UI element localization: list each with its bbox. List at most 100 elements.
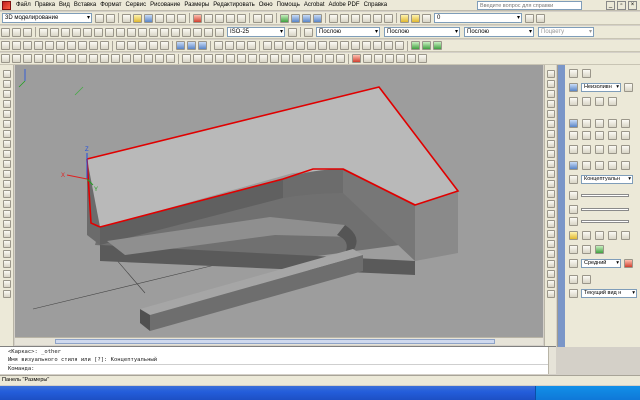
ucs-x-icon[interactable]: [362, 41, 371, 50]
layer-properties-icon[interactable]: [400, 13, 409, 23]
nav-orbit-icon[interactable]: [569, 145, 578, 154]
zoom-realtime-icon[interactable]: [291, 13, 300, 23]
conceptual-icon[interactable]: [621, 161, 630, 170]
camera-icon[interactable]: [546, 180, 555, 188]
undo-icon[interactable]: [253, 13, 262, 23]
section-plane-icon[interactable]: [546, 210, 555, 218]
sweep-icon[interactable]: [138, 41, 147, 50]
layer-select[interactable]: 0: [434, 13, 522, 23]
scale-icon[interactable]: [78, 54, 87, 63]
baseline-icon[interactable]: [138, 27, 147, 37]
wireframe-icon[interactable]: [582, 161, 591, 170]
nav-walk-icon[interactable]: [621, 145, 630, 154]
make-extrude-icon[interactable]: [608, 131, 617, 140]
array-icon[interactable]: [45, 54, 54, 63]
3d-orbit-icon[interactable]: [411, 41, 420, 50]
draw-table-icon[interactable]: [2, 240, 11, 248]
separate-icon[interactable]: [546, 280, 555, 288]
make-cone-icon[interactable]: [608, 119, 617, 128]
color-swatch-icon[interactable]: [304, 27, 313, 37]
mirror-icon[interactable]: [23, 54, 32, 63]
opacity-slider[interactable]: [581, 208, 629, 211]
torus-icon[interactable]: [67, 41, 76, 50]
revolve-icon[interactable]: [149, 41, 158, 50]
chamfer-icon[interactable]: [144, 54, 153, 63]
diameter-icon[interactable]: [105, 27, 114, 37]
layer-unisolate-icon[interactable]: [582, 97, 591, 106]
design-center-icon[interactable]: [340, 13, 349, 23]
layer-isolate-icon[interactable]: [569, 97, 578, 106]
left-view-icon[interactable]: [546, 100, 555, 108]
circle-icon[interactable]: [2, 130, 11, 138]
nav-pan-icon[interactable]: [582, 145, 591, 154]
snap-node-icon[interactable]: [303, 54, 312, 63]
point-light-icon[interactable]: [582, 231, 591, 240]
new-file-icon[interactable]: [122, 13, 131, 23]
cylinder-icon[interactable]: [56, 41, 65, 50]
calculator-icon[interactable]: [384, 13, 393, 23]
preview-icon[interactable]: [166, 13, 175, 23]
render-settings-icon[interactable]: [418, 54, 427, 63]
ucs-previous-icon[interactable]: [285, 41, 294, 50]
menu-modify[interactable]: Редактировать: [211, 2, 256, 8]
gear-icon[interactable]: [95, 13, 104, 23]
ellipse-arc-icon[interactable]: [2, 170, 11, 178]
lights-icon[interactable]: [363, 54, 372, 63]
command-scrollbar[interactable]: [548, 347, 556, 374]
top-view-icon[interactable]: [546, 80, 555, 88]
presspull-icon[interactable]: [127, 41, 136, 50]
move-icon[interactable]: [56, 54, 65, 63]
clean-icon[interactable]: [546, 290, 555, 298]
nav-zoom-icon[interactable]: [595, 145, 604, 154]
sw-iso-icon[interactable]: [546, 140, 555, 148]
fly-icon[interactable]: [546, 200, 555, 208]
mtext-icon[interactable]: [2, 250, 11, 258]
distant-light-icon[interactable]: [608, 231, 617, 240]
polyline-icon[interactable]: [2, 90, 11, 98]
extend-icon[interactable]: [111, 54, 120, 63]
continuous-orbit-icon[interactable]: [433, 41, 442, 50]
3d-array-icon[interactable]: [247, 41, 256, 50]
light-bulb-icon[interactable]: [569, 231, 578, 240]
interference-icon[interactable]: [546, 240, 555, 248]
helix-icon[interactable]: [89, 41, 98, 50]
menu-draw[interactable]: Рисование: [148, 2, 182, 8]
join-icon[interactable]: [133, 54, 142, 63]
multiline-text-icon[interactable]: [12, 27, 21, 37]
snap-nearest-icon[interactable]: [314, 54, 323, 63]
se-iso-icon[interactable]: [546, 150, 555, 158]
imprint-icon[interactable]: [546, 270, 555, 278]
ucs-zaxis-icon[interactable]: [340, 41, 349, 50]
linear-dimension-icon[interactable]: [39, 27, 48, 37]
back-view-icon[interactable]: [546, 130, 555, 138]
properties-icon[interactable]: [329, 13, 338, 23]
copy-object-icon[interactable]: [12, 54, 21, 63]
hidden-icon[interactable]: [595, 161, 604, 170]
cone-icon[interactable]: [34, 41, 43, 50]
region-icon[interactable]: [2, 230, 11, 238]
snap-insert-icon[interactable]: [292, 54, 301, 63]
make-sphere-icon[interactable]: [595, 119, 604, 128]
layer-props-icon[interactable]: [624, 83, 633, 92]
opacity-icon[interactable]: [569, 205, 578, 214]
rectangle-icon[interactable]: [2, 110, 11, 118]
walk-icon[interactable]: [546, 190, 555, 198]
print-icon[interactable]: [155, 13, 164, 23]
construction-line-icon[interactable]: [2, 80, 11, 88]
workspace-select[interactable]: 3D моделирование: [2, 13, 92, 23]
zoom-window-icon[interactable]: [302, 13, 311, 23]
pan-icon[interactable]: [280, 13, 289, 23]
draw-point-icon[interactable]: [2, 260, 11, 268]
background-icon[interactable]: [396, 54, 405, 63]
realistic-icon[interactable]: [608, 161, 617, 170]
lights-brightness-icon[interactable]: [569, 217, 578, 226]
publish-icon[interactable]: [177, 13, 186, 23]
box-icon[interactable]: [12, 41, 21, 50]
render-style-select[interactable]: Концептуальн: [581, 175, 633, 184]
offset-icon[interactable]: [34, 54, 43, 63]
center-mark-icon[interactable]: [182, 27, 191, 37]
break-icon[interactable]: [122, 54, 131, 63]
markup-icon[interactable]: [373, 13, 382, 23]
sphere-icon[interactable]: [45, 41, 54, 50]
sheet-set-icon[interactable]: [362, 13, 371, 23]
